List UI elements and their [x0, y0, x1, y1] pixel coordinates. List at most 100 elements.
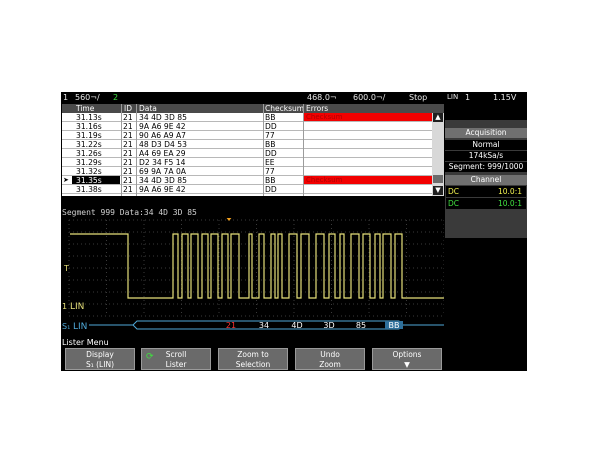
menu-title: Lister Menu: [62, 338, 109, 347]
decoded-bus: 21 34 4D 3D 85 BB: [89, 320, 444, 330]
ch1-lin-label: LIN: [70, 302, 84, 312]
softkey-line: Zoom: [319, 360, 341, 369]
trigger-source[interactable]: LIN: [447, 92, 458, 103]
cell-data: 34 4D 3D 85: [139, 113, 187, 122]
cell-error: Checksum: [306, 113, 343, 121]
trigger-position-icon[interactable]: [225, 218, 233, 221]
right-info-panel: Acquisition Normal 174kSa/s Segment: 999…: [445, 120, 527, 238]
ch2-coupling: DC: [448, 199, 460, 208]
cell-checksum: BB: [265, 176, 276, 185]
ch1-coupling: DC: [448, 187, 460, 196]
table-row[interactable]: 31.26s 21 A4 69 EA 29 DD: [62, 149, 444, 158]
cell-time: 31.13s: [76, 113, 102, 122]
cell-time: 31.16s: [76, 122, 102, 131]
bus-lin-label: LIN: [73, 322, 87, 332]
cell-time: 31.22s: [76, 140, 102, 149]
table-row[interactable]: 31.19s 21 90 A6 A9 A7 77: [62, 131, 444, 140]
lister-table[interactable]: Time ID Data Checksum Errors 31.13s 21 34 …: [62, 104, 444, 196]
table-row[interactable]: 31.22s 21 48 D3 D4 53 BB: [62, 140, 444, 149]
run-state[interactable]: Stop: [409, 92, 427, 103]
decoded-byte: 34: [259, 321, 269, 330]
scroll-thumb[interactable]: [433, 175, 443, 183]
undo-zoom-softkey[interactable]: Undo Zoom: [295, 348, 365, 370]
rotate-knob-icon: ⟳: [146, 352, 154, 362]
softkey-line: Selection: [235, 360, 271, 369]
cell-data: A4 69 EA 29: [139, 149, 186, 158]
col-checksum: Checksum: [265, 104, 305, 113]
cell-id: 21: [123, 158, 133, 167]
decoded-byte: 3D: [323, 321, 334, 330]
cell-data: 48 D3 D4 53: [139, 140, 187, 149]
zoom-to-selection-softkey[interactable]: Zoom to Selection: [218, 348, 288, 370]
ch1-number[interactable]: 1: [63, 92, 68, 103]
serial-bus-marker[interactable]: S₁: [62, 322, 70, 331]
segment-counter: Segment: 999/1000: [445, 162, 527, 172]
timebase-scale[interactable]: 600.0¬/: [353, 92, 385, 103]
ch1-ground-marker[interactable]: 1: [62, 302, 67, 311]
cell-checksum: DD: [265, 149, 277, 158]
table-row[interactable]: 31.13s 21 34 4D 3D 85 BB Checksum: [62, 113, 444, 122]
cell-data: 90 A6 A9 A7: [139, 131, 186, 140]
decoded-byte: 21: [226, 321, 236, 330]
cell-checksum: EE: [265, 158, 275, 167]
options-softkey[interactable]: Options ▼: [372, 348, 442, 370]
cell-time: 31.32s: [76, 167, 102, 176]
selected-row-arrow-icon: ➤: [63, 176, 69, 184]
status-bar: 1 560¬/ 2 468.0¬ 600.0¬/ Stop LIN 1 1.15…: [61, 92, 527, 103]
oscilloscope-screen: 1 560¬/ 2 468.0¬ 600.0¬/ Stop LIN 1 1.15…: [61, 92, 527, 371]
cell-data: 69 9A 7A 0A: [139, 167, 186, 176]
cell-checksum: 77: [265, 131, 275, 140]
cell-checksum: DD: [265, 122, 277, 131]
cell-id: 21: [123, 185, 133, 194]
cell-id: 21: [123, 113, 133, 122]
display-softkey[interactable]: Display S₁ (LIN): [65, 348, 135, 370]
cell-id: 21: [123, 167, 133, 176]
cell-time: 31.19s: [76, 131, 102, 140]
decoded-byte: 4D: [291, 321, 302, 330]
table-row[interactable]: 31.32s 21 69 9A 7A 0A 77: [62, 167, 444, 176]
scroll-down-icon[interactable]: ▼: [433, 186, 443, 195]
col-errors: Errors: [306, 104, 329, 113]
trigger-level-marker[interactable]: T: [63, 264, 69, 273]
cell-time: 31.35s: [76, 176, 102, 185]
channel-2-info[interactable]: DC 10.0:1: [446, 198, 526, 209]
cell-data: 9A A6 9E 42: [139, 185, 186, 194]
scroll-up-icon[interactable]: ▲: [433, 113, 443, 122]
timebase-delay[interactable]: 468.0¬: [307, 92, 337, 103]
channel-1-info[interactable]: DC 10.0:1: [446, 186, 526, 197]
waveform-display[interactable]: T 1 LIN S₁ LIN 21 34 4D 3D 85 BB: [61, 218, 444, 336]
ch2-number[interactable]: 2: [113, 92, 118, 103]
cell-error: Checksum: [306, 176, 343, 184]
cell-data: 34 4D 3D 85: [139, 176, 187, 185]
cell-id: 21: [123, 149, 133, 158]
cell-data: 9A A6 9E 42: [139, 122, 186, 131]
table-row[interactable]: 31.16s 21 9A A6 9E 42 DD: [62, 122, 444, 131]
acquisition-mode: Normal: [445, 140, 527, 150]
cell-id: 21: [123, 176, 133, 185]
acquisition-title[interactable]: Acquisition: [445, 128, 527, 138]
ch1-scale[interactable]: 560¬/: [75, 92, 100, 103]
table-row[interactable]: 31.38s 21 9A A6 9E 42 DD: [62, 185, 444, 194]
col-id: ID: [124, 104, 132, 113]
trigger-level[interactable]: 1.15V: [493, 92, 516, 103]
cell-checksum: 77: [265, 167, 275, 176]
col-time: Time: [76, 104, 95, 113]
table-row[interactable]: 31.29s 21 D2 34 F5 14 EE: [62, 158, 444, 167]
ch1-probe: 10.0:1: [498, 187, 522, 196]
table-row[interactable]: ➤ 31.35s 21 34 4D 3D 85 BB Checksum: [62, 176, 444, 185]
channel-title[interactable]: Channel: [445, 175, 527, 185]
decoded-byte: BB: [389, 321, 400, 330]
cell-id: 21: [123, 122, 133, 131]
softkey-line: Undo: [320, 350, 340, 359]
lister-scrollbar[interactable]: ▲ ▼: [432, 113, 444, 196]
col-data: Data: [139, 104, 157, 113]
cell-checksum: BB: [265, 140, 276, 149]
cell-time: 31.38s: [76, 185, 102, 194]
cell-time: 31.29s: [76, 158, 102, 167]
lister-header: Time ID Data Checksum Errors: [62, 104, 444, 113]
scroll-lister-softkey[interactable]: ⟳ Scroll Lister: [141, 348, 211, 370]
trigger-channel: 1: [465, 93, 471, 102]
cell-time: 31.26s: [76, 149, 102, 158]
cell-data: D2 34 F5 14: [139, 158, 186, 167]
cell-checksum: BB: [265, 113, 276, 122]
